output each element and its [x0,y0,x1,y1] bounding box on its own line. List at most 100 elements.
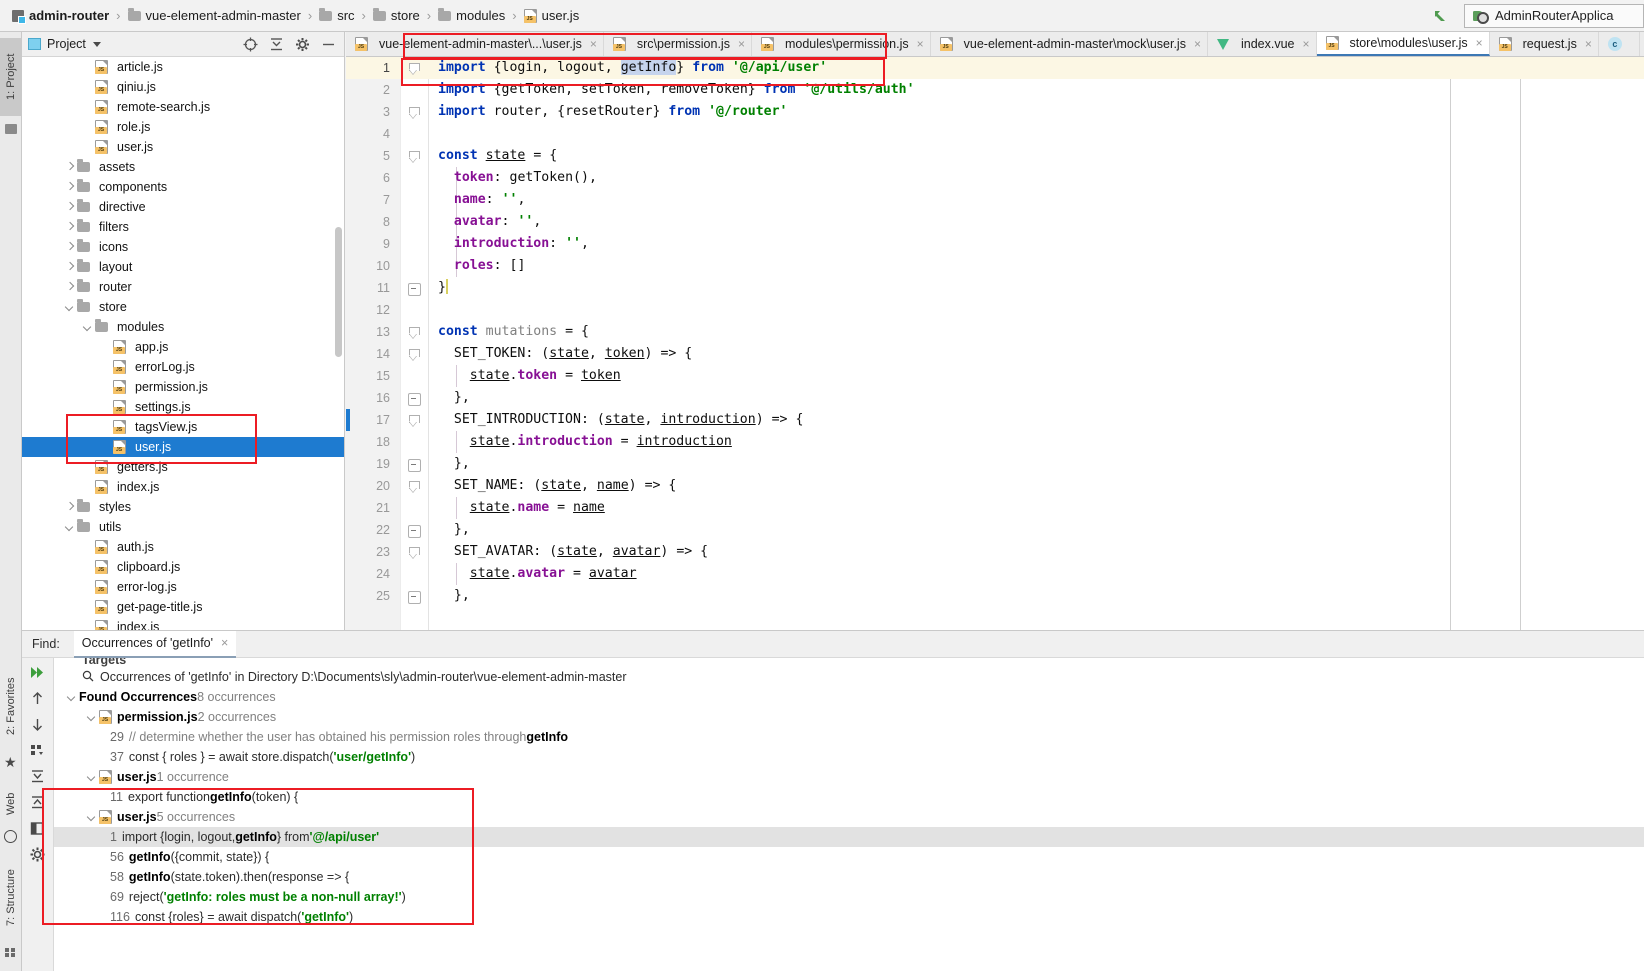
tree-item[interactable]: errorLog.js [22,357,344,377]
close-icon[interactable]: × [221,636,228,650]
project-view-selector[interactable]: Project [28,37,101,51]
tree-item[interactable]: auth.js [22,537,344,557]
close-icon[interactable]: × [1302,37,1309,51]
tree-item[interactable]: role.js [22,117,344,137]
find-result-row[interactable]: 37 const { roles } = await store.dispatch… [54,747,1644,767]
fold-marker-icon[interactable] [408,481,420,492]
tree-item[interactable]: remote-search.js [22,97,344,117]
chevron-open-icon[interactable] [64,302,75,313]
sidebar-item-structure[interactable]: 7: Structure [0,852,22,944]
chevron-open-icon[interactable] [66,692,77,703]
tree-item[interactable]: app.js [22,337,344,357]
tree-item[interactable]: permission.js [22,377,344,397]
find-result-row[interactable]: 56 getInfo ({commit, state}) { [54,847,1644,867]
close-icon[interactable]: × [590,37,597,51]
find-targets-header[interactable]: Targets [54,658,1644,667]
project-tree-scrollbar[interactable] [335,227,342,357]
chevron-open-icon[interactable] [86,712,97,723]
sidebar-item-favorites[interactable]: 2: Favorites [0,660,22,752]
find-group-row[interactable]: user.js 1 occurrence [54,767,1644,787]
chevron-closed-icon[interactable] [64,162,75,173]
fold-marker-icon[interactable] [408,349,420,360]
sidebar-item-project[interactable]: 1: Project [0,38,22,116]
fold-marker-icon[interactable] [408,63,420,74]
find-result-row[interactable]: 116 const {roles} = await dispatch(' getIn… [54,907,1644,927]
fold-marker-icon[interactable] [408,547,420,558]
fold-marker-icon[interactable] [408,151,420,162]
fold-marker-icon[interactable] [408,591,421,604]
find-group-row[interactable]: permission.js 2 occurrences [54,707,1644,727]
find-results-tree[interactable]: Targets Occurrences of 'getInfo' in Direc… [54,658,1644,971]
editor-tab[interactable]: vue-element-admin-master\mock\user.js × [930,32,1208,56]
tree-item[interactable]: modules [22,317,344,337]
tree-item[interactable]: utils [22,517,344,537]
locate-icon[interactable] [243,37,258,52]
breadcrumb-item-folder-1[interactable]: vue-element-admin-master [127,7,301,23]
tree-item-selected[interactable]: user.js [22,437,344,457]
find-results-tab[interactable]: Occurrences of 'getInfo' × [73,630,237,658]
tree-item[interactable]: layout [22,257,344,277]
previous-occurrence-icon[interactable] [29,690,46,707]
chevron-open-icon[interactable] [86,812,97,823]
editor-tab[interactable]: store\modules\user.js × [1316,32,1490,56]
close-icon[interactable]: × [738,37,745,51]
tree-item[interactable]: article.js [22,57,344,77]
fold-marker-icon[interactable] [408,107,420,118]
project-tree[interactable]: article.js qiniu.js remote-search.js role.j… [22,57,344,630]
code-editor[interactable]: 1 import {login, logout, getInfo} from '@… [346,57,1644,630]
close-icon[interactable]: × [1194,37,1201,51]
find-scope-row[interactable]: Occurrences of 'getInfo' in Directory D:… [54,667,1644,687]
editor-tab[interactable]: src\permission.js × [603,32,752,56]
minimize-icon[interactable] [321,37,336,52]
run-all-icon[interactable] [29,664,46,681]
editor-tab[interactable]: request.js × [1489,32,1599,56]
chevron-closed-icon[interactable] [64,222,75,233]
chevron-open-icon[interactable] [64,522,75,533]
settings-icon[interactable] [29,846,46,863]
chevron-closed-icon[interactable] [64,282,75,293]
chevron-closed-icon[interactable] [64,502,75,513]
breadcrumb-item-file[interactable]: user.js [523,8,579,23]
find-result-row[interactable]: 29 // determine whether the user has obta… [54,727,1644,747]
breadcrumb-item-folder-4[interactable]: modules [438,7,505,23]
find-result-row[interactable]: 11 export function getInfo (token) { [54,787,1644,807]
tree-item[interactable]: settings.js [22,397,344,417]
chevron-open-icon[interactable] [82,322,93,333]
sidebar-item-web[interactable]: Web [0,780,22,828]
chevron-closed-icon[interactable] [64,182,75,193]
gear-icon[interactable] [295,37,310,52]
chevron-closed-icon[interactable] [64,202,75,213]
tree-item[interactable]: getters.js [22,457,344,477]
editor-tab[interactable]: index.vue × [1207,32,1317,56]
tree-item[interactable]: directive [22,197,344,217]
editor-tab[interactable]: vue-element-admin-master\...\user.js × [346,32,604,56]
find-result-row[interactable]: 58 getInfo (state.token).then(response => … [54,867,1644,887]
next-occurrence-icon[interactable] [29,716,46,733]
tree-item[interactable]: components [22,177,344,197]
tree-item[interactable]: clipboard.js [22,557,344,577]
fold-marker-icon[interactable] [408,393,421,406]
breadcrumb-item-folder-3[interactable]: store [372,7,420,23]
tree-item[interactable]: qiniu.js [22,77,344,97]
close-icon[interactable]: × [1476,36,1483,50]
tree-item[interactable]: get-page-title.js [22,597,344,617]
chevron-open-icon[interactable] [86,772,97,783]
tree-item[interactable]: store [22,297,344,317]
fold-marker-icon[interactable] [408,525,421,538]
fold-marker-icon[interactable] [408,459,421,472]
fold-marker-icon[interactable] [408,327,420,338]
close-icon[interactable]: × [1585,37,1592,51]
close-icon[interactable]: × [917,37,924,51]
breadcrumb-item-module[interactable]: admin-router [12,8,109,24]
tree-item[interactable]: user.js [22,137,344,157]
back-arrow-icon[interactable] [1428,3,1454,29]
preview-icon[interactable] [29,820,46,837]
fold-marker-icon[interactable] [408,283,421,296]
editor-tab[interactable]: modules\permission.js × [751,32,931,56]
tree-item[interactable]: index.js [22,617,344,630]
find-result-row[interactable]: 1 import {login, logout, getInfo} from '@… [54,827,1644,847]
tree-item[interactable]: tagsView.js [22,417,344,437]
editor-tab[interactable]: c [1598,32,1640,56]
expand-all-icon[interactable] [29,768,46,785]
breadcrumb-item-folder-2[interactable]: src [319,7,355,23]
